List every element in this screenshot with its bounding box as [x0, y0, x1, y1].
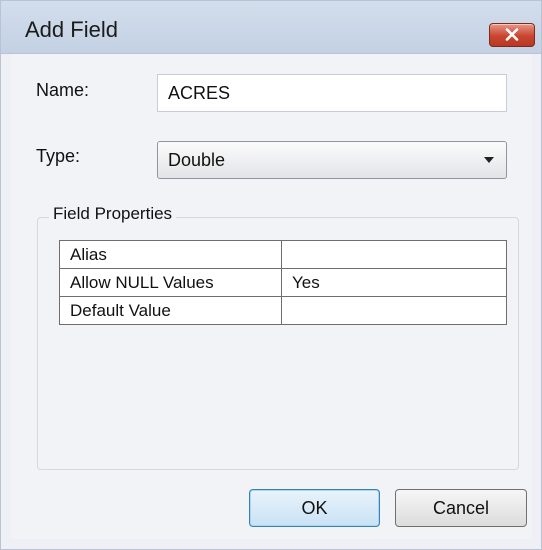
chevron-down-icon — [484, 157, 494, 163]
title-bar[interactable]: Add Field — [1, 1, 541, 54]
type-dropdown-value: Double — [168, 150, 226, 170]
type-label: Type: — [36, 146, 81, 166]
property-value-cell[interactable] — [281, 240, 507, 269]
property-name-cell: Alias — [59, 240, 282, 269]
close-button[interactable] — [489, 23, 535, 47]
field-properties-title: Field Properties — [49, 204, 177, 224]
table-row[interactable]: Alias — [59, 240, 507, 269]
close-icon — [505, 28, 519, 41]
property-name-cell: Allow NULL Values — [59, 268, 282, 297]
name-label: Name: — [36, 80, 90, 100]
window-title: Add Field — [25, 17, 118, 42]
cancel-button[interactable]: Cancel — [395, 489, 527, 527]
name-input[interactable]: ACRES — [157, 74, 507, 112]
type-dropdown[interactable]: Double — [157, 141, 507, 179]
table-row[interactable]: Allow NULL Values Yes — [59, 268, 507, 297]
add-field-dialog: Add Field Name: ACRES Type: Double Field… — [0, 0, 542, 550]
property-value-cell[interactable]: Yes — [281, 268, 507, 297]
property-value-cell[interactable] — [281, 296, 507, 325]
dialog-body: Name: ACRES Type: Double Field Propertie… — [11, 54, 532, 539]
field-properties-table: Alias Allow NULL Values Yes Default Valu… — [59, 240, 507, 325]
table-row[interactable]: Default Value — [59, 296, 507, 325]
ok-button[interactable]: OK — [249, 489, 380, 527]
property-name-cell: Default Value — [59, 296, 282, 325]
